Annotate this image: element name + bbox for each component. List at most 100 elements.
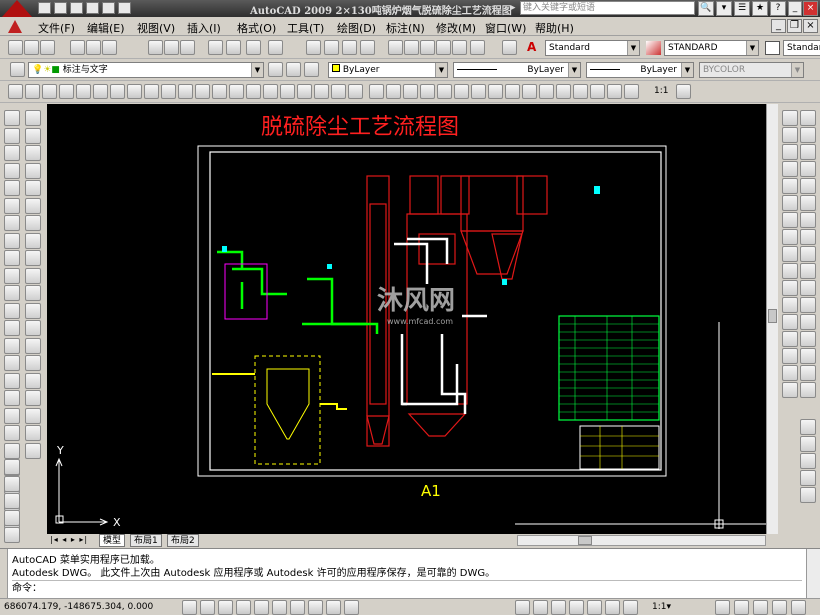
3d-tool-36-icon[interactable] [607, 84, 622, 99]
render-tool-4-icon[interactable] [800, 161, 816, 177]
dim-tool-16-icon[interactable] [782, 365, 798, 381]
render-tool-7-icon[interactable] [800, 212, 816, 228]
dim-tool-2-icon[interactable] [782, 127, 798, 143]
layer-select[interactable]: 💡☀■ 标注与文字 ▼ [28, 62, 264, 78]
doc-minimize-button[interactable]: _ [771, 19, 786, 33]
match-prop-icon[interactable] [208, 40, 223, 55]
linetype-select[interactable]: ByLayer ▼ [453, 62, 581, 78]
plot-icon[interactable] [70, 40, 85, 55]
tab-nav-arrows[interactable]: |◂ ◂ ▸ ▸| [50, 535, 96, 546]
dim-tool-14-icon[interactable] [782, 331, 798, 347]
layer-previous-icon[interactable] [286, 62, 301, 77]
draw-tool-14-icon[interactable] [4, 338, 20, 354]
3d-tool-11-icon[interactable] [178, 84, 193, 99]
model-space-icon[interactable] [515, 600, 530, 615]
3d-tool-31-icon[interactable] [522, 84, 537, 99]
doc-close-button[interactable]: × [803, 19, 818, 33]
modify-tool-7-icon[interactable] [25, 215, 41, 231]
3d-tool-15-icon[interactable] [246, 84, 261, 99]
draw-order-1-icon[interactable] [800, 419, 816, 435]
dim-tool-6-icon[interactable] [782, 195, 798, 211]
3d-tool-20-icon[interactable] [331, 84, 346, 99]
draw-order-2-icon[interactable] [800, 436, 816, 452]
draw-order-4-icon[interactable] [800, 470, 816, 486]
dropdown-icon[interactable]: ▾ [716, 1, 732, 16]
zoom-window-icon[interactable] [342, 40, 357, 55]
drawing-canvas[interactable]: 脱硫除尘工艺流程图 A1 Y X 沐风网 www.mfcad.com [47, 104, 766, 534]
3d-tool-33-icon[interactable] [556, 84, 571, 99]
3d-tool-13-icon[interactable] [212, 84, 227, 99]
3d-tool-18-icon[interactable] [297, 84, 312, 99]
qnew-icon[interactable] [8, 40, 23, 55]
design-center-icon[interactable] [404, 40, 419, 55]
modify-tool-13-icon[interactable] [25, 320, 41, 336]
draw-tool-7-icon[interactable] [4, 215, 20, 231]
view-tool-2-icon[interactable] [4, 476, 20, 492]
command-input[interactable]: 命令： [12, 580, 802, 596]
render-tool-8-icon[interactable] [800, 229, 816, 245]
menu-view[interactable]: 视图(V) [137, 20, 175, 36]
3d-tool-35-icon[interactable] [590, 84, 605, 99]
3d-tool-29-icon[interactable] [488, 84, 503, 99]
dim-tool-11-icon[interactable] [782, 280, 798, 296]
3d-tool-28-icon[interactable] [471, 84, 486, 99]
copy-icon[interactable] [164, 40, 179, 55]
orbit-icon[interactable] [676, 84, 691, 99]
draw-tool-10-icon[interactable] [4, 268, 20, 284]
render-tool-17-icon[interactable] [800, 382, 816, 398]
3d-tool-17-icon[interactable] [280, 84, 295, 99]
3d-tool-23-icon[interactable] [386, 84, 401, 99]
modify-tool-20-icon[interactable] [25, 443, 41, 459]
draw-order-5-icon[interactable] [800, 487, 816, 503]
menu-modify[interactable]: 修改(M) [436, 20, 476, 36]
3d-tool-26-icon[interactable] [437, 84, 452, 99]
modify-tool-19-icon[interactable] [25, 425, 41, 441]
3d-tool-24-icon[interactable] [403, 84, 418, 99]
dim-tool-1-icon[interactable] [782, 110, 798, 126]
clean-screen-icon[interactable] [791, 600, 806, 615]
horizontal-scrollbar[interactable] [517, 535, 766, 546]
modify-tool-1-icon[interactable] [25, 110, 41, 126]
hscroll-thumb[interactable] [578, 536, 592, 545]
open-icon[interactable] [24, 40, 39, 55]
draw-tool-17-icon[interactable] [4, 390, 20, 406]
color-select[interactable]: ByLayer ▼ [328, 62, 448, 78]
menu-dimension[interactable]: 标注(N) [386, 20, 425, 36]
menu-format[interactable]: 格式(O) [237, 20, 276, 36]
undo-icon[interactable] [246, 40, 261, 55]
draw-tool-8-icon[interactable] [4, 233, 20, 249]
draw-tool-2-icon[interactable] [4, 128, 20, 144]
polar-toggle-icon[interactable] [236, 600, 251, 615]
menu-window[interactable]: 窗口(W) [485, 20, 526, 36]
3d-tool-9-icon[interactable] [144, 84, 159, 99]
3d-tool-25-icon[interactable] [420, 84, 435, 99]
tool-palettes-icon[interactable] [420, 40, 435, 55]
draw-tool-9-icon[interactable] [4, 250, 20, 266]
zoom-previous-icon[interactable] [360, 40, 375, 55]
ortho-toggle-icon[interactable] [218, 600, 233, 615]
tab-layout1[interactable]: 布局1 [130, 534, 162, 547]
document-icon[interactable] [8, 20, 22, 33]
modify-tool-8-icon[interactable] [25, 233, 41, 249]
help-icon[interactable] [502, 40, 517, 55]
print-icon[interactable] [86, 2, 99, 14]
dim-style-icon[interactable] [646, 41, 661, 55]
redo-icon[interactable] [118, 2, 131, 14]
3d-tool-5-icon[interactable] [76, 84, 91, 99]
modify-tool-4-icon[interactable] [25, 163, 41, 179]
draw-tool-19-icon[interactable] [4, 425, 20, 441]
command-grip[interactable] [0, 549, 8, 599]
dyn-toggle-icon[interactable] [308, 600, 323, 615]
draw-tool-1-icon[interactable] [4, 110, 20, 126]
cut-icon[interactable] [148, 40, 163, 55]
draw-tool-16-icon[interactable] [4, 373, 20, 389]
menu-draw[interactable]: 绘图(D) [337, 20, 376, 36]
3d-tool-37-icon[interactable] [624, 84, 639, 99]
render-tool-16-icon[interactable] [800, 365, 816, 381]
3d-tool-12-icon[interactable] [195, 84, 210, 99]
draw-tool-20-icon[interactable] [4, 443, 20, 459]
draw-tool-12-icon[interactable] [4, 303, 20, 319]
3d-tool-14-icon[interactable] [229, 84, 244, 99]
save-icon[interactable] [40, 40, 55, 55]
vertical-scrollbar[interactable] [766, 104, 778, 534]
